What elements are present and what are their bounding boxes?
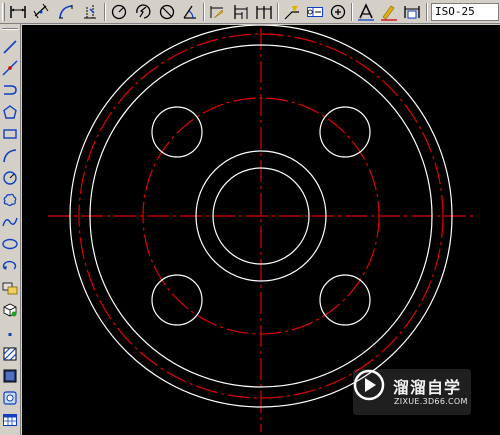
dim-radius-button[interactable] bbox=[109, 2, 129, 22]
toolbar-separator bbox=[203, 3, 205, 21]
watermark-logo-icon bbox=[353, 369, 385, 401]
watermark: 溜溜自学 ZIXUE.3D66.COM bbox=[353, 369, 471, 415]
center-mark-button[interactable] bbox=[328, 2, 348, 22]
tolerance-button[interactable] bbox=[305, 2, 325, 22]
make-block-icon bbox=[3, 303, 17, 317]
dim-edit-button[interactable] bbox=[356, 2, 376, 22]
dim-aligned-icon bbox=[33, 3, 49, 19]
dim-angular-icon bbox=[183, 5, 196, 19]
watermark-url: ZIXUE.3D66.COM bbox=[394, 397, 468, 406]
revision-cloud-icon bbox=[3, 193, 17, 207]
point-icon bbox=[8, 333, 12, 336]
polyline-button[interactable] bbox=[1, 80, 19, 100]
toolbar-separator bbox=[104, 3, 106, 21]
quick-leader-icon bbox=[284, 6, 299, 20]
arc-icon bbox=[3, 149, 17, 163]
revision-cloud-button[interactable] bbox=[1, 190, 19, 210]
line-icon bbox=[3, 40, 17, 54]
gradient-icon bbox=[3, 369, 17, 383]
insert-block-button[interactable] bbox=[1, 278, 19, 298]
toolbar-separator bbox=[351, 3, 353, 21]
insert-block-icon bbox=[2, 282, 18, 295]
dim-baseline-button[interactable] bbox=[231, 2, 251, 22]
dim-aligned-button[interactable] bbox=[31, 2, 51, 22]
hatch-button[interactable] bbox=[1, 344, 19, 364]
table-icon bbox=[3, 414, 17, 426]
bolt-hole bbox=[151, 274, 203, 326]
dim-arc-length-icon bbox=[59, 5, 73, 19]
dim-style-select[interactable]: ISO-25 bbox=[431, 3, 499, 21]
table-button[interactable] bbox=[1, 410, 19, 430]
dim-update-icon bbox=[404, 6, 420, 19]
dim-text-edit-icon bbox=[381, 5, 397, 21]
dim-angular-button[interactable] bbox=[180, 2, 200, 22]
line-button[interactable] bbox=[1, 37, 19, 57]
dim-edit-icon bbox=[358, 3, 374, 21]
spline-button[interactable] bbox=[1, 212, 19, 232]
region-icon bbox=[3, 391, 17, 405]
dimension-toolbar: ISO-25 bbox=[0, 0, 500, 24]
watermark-title: 溜溜自学 bbox=[393, 378, 462, 397]
dim-diameter-button[interactable] bbox=[157, 2, 177, 22]
dim-ordinate-button[interactable] bbox=[80, 2, 100, 22]
toolbar-grip[interactable] bbox=[2, 3, 5, 21]
circle-button[interactable] bbox=[1, 168, 19, 188]
polyline-icon bbox=[4, 85, 17, 95]
polygon-button[interactable] bbox=[1, 102, 19, 122]
bolt-hole bbox=[319, 106, 371, 158]
quick-leader-button[interactable] bbox=[282, 2, 302, 22]
toolbar-separator bbox=[2, 28, 18, 30]
dim-ordinate-icon bbox=[84, 5, 96, 19]
ellipse-arc-icon bbox=[2, 260, 17, 270]
ellipse-arc-button[interactable] bbox=[1, 256, 19, 276]
region-button[interactable] bbox=[1, 388, 19, 408]
ellipse-icon bbox=[2, 238, 18, 250]
dim-update-button[interactable] bbox=[402, 2, 422, 22]
dim-continue-icon bbox=[256, 6, 272, 19]
circle-icon bbox=[3, 171, 17, 185]
construction-line-icon bbox=[2, 60, 18, 76]
arc-button[interactable] bbox=[1, 146, 19, 166]
gradient-button[interactable] bbox=[1, 366, 19, 386]
toolbar-separator bbox=[426, 3, 428, 21]
dim-text-edit-button[interactable] bbox=[379, 2, 399, 22]
center-mark-icon bbox=[330, 4, 346, 20]
dim-continue-button[interactable] bbox=[254, 2, 274, 22]
point-button[interactable] bbox=[1, 322, 19, 342]
construction-line-button[interactable] bbox=[1, 58, 19, 78]
dim-linear-icon bbox=[10, 6, 26, 18]
ellipse-button[interactable] bbox=[1, 234, 19, 254]
draw-toolbar bbox=[0, 24, 21, 435]
dim-baseline-icon bbox=[234, 5, 248, 19]
toolbar-separator bbox=[277, 3, 279, 21]
quick-dim-button[interactable] bbox=[207, 2, 227, 22]
dim-jogged-icon bbox=[136, 4, 151, 19]
dim-linear-button[interactable] bbox=[8, 2, 28, 22]
bolt-hole bbox=[319, 274, 371, 326]
make-block-button[interactable] bbox=[1, 300, 19, 320]
dim-radius-icon bbox=[111, 4, 127, 20]
rectangle-icon bbox=[3, 129, 17, 139]
polygon-icon bbox=[3, 105, 17, 119]
spline-icon bbox=[2, 217, 18, 227]
quick-dim-icon bbox=[210, 6, 224, 19]
dim-jogged-button[interactable] bbox=[133, 2, 153, 22]
tolerance-icon bbox=[307, 7, 323, 17]
drawing-canvas[interactable]: 溜溜自学 ZIXUE.3D66.COM bbox=[22, 25, 500, 435]
bolt-hole bbox=[151, 106, 203, 158]
dim-arc-length-button[interactable] bbox=[56, 2, 76, 22]
rectangle-button[interactable] bbox=[1, 124, 19, 144]
hatch-icon bbox=[3, 347, 17, 361]
dim-diameter-icon bbox=[159, 4, 175, 20]
